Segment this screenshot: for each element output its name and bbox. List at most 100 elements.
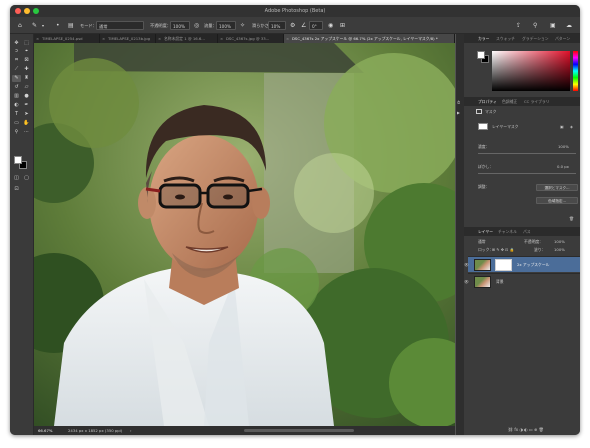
status-arrow-icon[interactable]: › <box>130 426 132 435</box>
hue-slider[interactable] <box>573 51 578 91</box>
search-icon[interactable]: ⚲ <box>533 21 537 30</box>
doc-tab-1[interactable]: × TIMELAPSE_0254.psd <box>34 34 100 43</box>
blend-mode-select[interactable]: 通常 <box>478 239 486 245</box>
flow-field[interactable]: 100% <box>216 21 236 30</box>
pressure-opacity-icon[interactable]: ◎ <box>194 21 199 30</box>
gradient-tool-icon[interactable]: ▥ <box>12 93 21 100</box>
tab-channels[interactable]: チャンネル <box>498 227 517 236</box>
layer-name[interactable]: 背景 <box>496 279 504 285</box>
doc-tab-2[interactable]: × TIMELAPSE_0213b.jpg <box>100 34 156 43</box>
screen-mode-icon[interactable]: ▢ <box>22 175 31 182</box>
visibility-eye-icon[interactable]: 👁 <box>464 279 469 285</box>
close-tab-icon[interactable]: × <box>36 34 39 43</box>
close-tab-icon[interactable]: × <box>286 34 289 43</box>
opacity-field[interactable]: 100% <box>170 21 190 30</box>
tab-properties[interactable]: プロパティ <box>478 97 497 106</box>
zoom-tool-icon[interactable]: ⚲ <box>12 129 21 136</box>
layer-row-upscale[interactable]: 👁 2x アップスケール <box>464 256 580 272</box>
quick-select-tool-icon[interactable]: ⌖ <box>22 48 31 55</box>
brush-tool-icon[interactable]: ✎ <box>12 75 21 82</box>
close-tab-icon[interactable]: × <box>102 34 105 43</box>
type-tool-icon[interactable]: T <box>12 111 21 118</box>
move-tool-icon[interactable]: ✥ <box>12 40 21 47</box>
mask-delete-icon[interactable]: 🗑 <box>569 216 574 222</box>
color-field[interactable] <box>492 51 570 91</box>
shape-tool-icon[interactable]: ▭ <box>12 120 21 127</box>
crop-tool-icon[interactable]: ⌗ <box>12 57 21 64</box>
lasso-tool-icon[interactable]: ↄ <box>12 48 21 55</box>
pressure-size-icon[interactable]: ◉ <box>328 21 333 30</box>
smoothing-settings-icon[interactable]: ⚙ <box>290 21 295 30</box>
dodge-tool-icon[interactable]: ◐ <box>12 102 21 109</box>
doc-tab-label: TIMELAPSE_0213b.jpg <box>108 36 151 41</box>
lock-icons[interactable]: ⊞ ✎ ✥ ⊡ 🔒 <box>492 247 514 253</box>
horizontal-scrollbar[interactable] <box>244 429 354 432</box>
brush-size-icon[interactable]: • <box>56 21 60 30</box>
layer-mask-thumbnail[interactable] <box>495 259 512 271</box>
foreground-color-swatch[interactable] <box>14 156 22 164</box>
tab-adjustments[interactable]: 色調補正 <box>502 97 517 106</box>
color-fg-swatch[interactable] <box>477 51 485 59</box>
layers-opacity-value[interactable]: 100% <box>554 239 565 245</box>
layer-row-background[interactable]: 👁 背景 <box>464 273 580 289</box>
tab-swatches[interactable]: スウォッチ <box>496 34 515 43</box>
actions-panel-icon[interactable]: ▶ <box>457 110 460 116</box>
blur-tool-icon[interactable]: ● <box>22 93 31 100</box>
doc-tab-label: TIMELAPSE_0254.psd <box>42 36 83 41</box>
share-icon[interactable]: ⇪ <box>516 21 521 30</box>
stamp-tool-icon[interactable]: ♜ <box>22 75 31 82</box>
brush-icon[interactable]: ✎ <box>32 21 37 30</box>
brush-settings-icon[interactable]: ▤ <box>68 21 74 30</box>
density-slider[interactable] <box>478 153 576 154</box>
tab-patterns[interactable]: パターン <box>555 34 570 43</box>
cloud-icon[interactable]: ☁ <box>566 21 572 30</box>
tab-color[interactable]: カラー <box>478 34 489 43</box>
tab-layers[interactable]: レイヤー <box>478 227 493 236</box>
fill-value[interactable]: 100% <box>554 247 565 253</box>
marquee-tool-icon[interactable]: ⬚ <box>22 40 31 47</box>
feather-value[interactable]: 0.0 px <box>557 164 569 170</box>
workspace-icon[interactable]: ▣ <box>550 21 556 30</box>
tab-paths[interactable]: パス <box>523 227 531 236</box>
visibility-eye-icon[interactable]: 👁 <box>464 262 469 268</box>
hand-tool-icon[interactable]: ✋ <box>22 120 31 127</box>
angle-field[interactable]: 0° <box>309 21 323 30</box>
eraser-tool-icon[interactable]: ▱ <box>22 84 31 91</box>
zoom-level[interactable]: 66.67% <box>38 426 52 435</box>
frame-tool-icon[interactable]: ⊠ <box>22 57 31 64</box>
quick-mask-icon[interactable]: ◫ <box>12 175 21 182</box>
edit-toolbar-icon[interactable]: ⊡ <box>12 186 21 193</box>
close-tab-icon[interactable]: × <box>158 34 161 43</box>
brush-preset-dropdown-icon[interactable]: ▾ <box>42 21 44 30</box>
document-info[interactable]: 2434 px x 1852 px (350 ppi) <box>68 426 122 435</box>
history-brush-tool-icon[interactable]: ↺ <box>12 84 21 91</box>
vector-mask-icon[interactable]: ◈ <box>570 124 573 130</box>
pixel-mask-icon[interactable]: ▣ <box>560 124 564 130</box>
layer-name[interactable]: 2x アップスケール <box>517 262 549 268</box>
airbrush-icon[interactable]: ✧ <box>240 21 245 30</box>
layer-footer-icons[interactable]: ⛓ fx ◑ ◐ ▭ ⊕ 🗑 <box>508 427 544 433</box>
color-range-button[interactable]: 色域指定... <box>536 197 578 204</box>
mode-select[interactable]: 通常 <box>96 21 144 30</box>
angle-icon[interactable]: ∠ <box>301 21 306 30</box>
tab-gradients[interactable]: グラデーション <box>522 34 549 43</box>
pen-tool-icon[interactable]: ✒ <box>22 102 31 109</box>
home-icon[interactable]: ⌂ <box>18 21 22 30</box>
feather-slider[interactable] <box>478 173 576 174</box>
symmetry-icon[interactable]: ⊞ <box>340 21 345 30</box>
doc-tab-4[interactable]: × DSC_4367s.jpg @ 33... <box>218 34 284 43</box>
doc-tab-active[interactable]: × DSC_4367s 2x アップスケール @ 66.7% (2x アップスケー… <box>284 34 455 43</box>
tab-cc-libraries[interactable]: CC ライブラリ <box>524 97 550 106</box>
more-tools-icon[interactable]: ⋯ <box>22 129 31 136</box>
density-value[interactable]: 100% <box>558 144 569 150</box>
healing-tool-icon[interactable]: ✚ <box>22 66 31 73</box>
select-and-mask-button[interactable]: 選択とマスク... <box>536 184 578 191</box>
document-canvas[interactable] <box>34 43 455 426</box>
doc-tab-3[interactable]: × 名称未設定 1 @ 16.6... <box>156 34 218 43</box>
close-tab-icon[interactable]: × <box>220 34 223 43</box>
eyedropper-tool-icon[interactable]: ⟋ <box>12 66 21 73</box>
path-select-tool-icon[interactable]: ➤ <box>22 111 31 118</box>
layers-panel-tabs: レイヤー チャンネル パス <box>456 227 580 236</box>
smoothing-field[interactable]: 10% <box>268 21 286 30</box>
history-panel-icon[interactable]: ⏱ <box>457 100 460 106</box>
